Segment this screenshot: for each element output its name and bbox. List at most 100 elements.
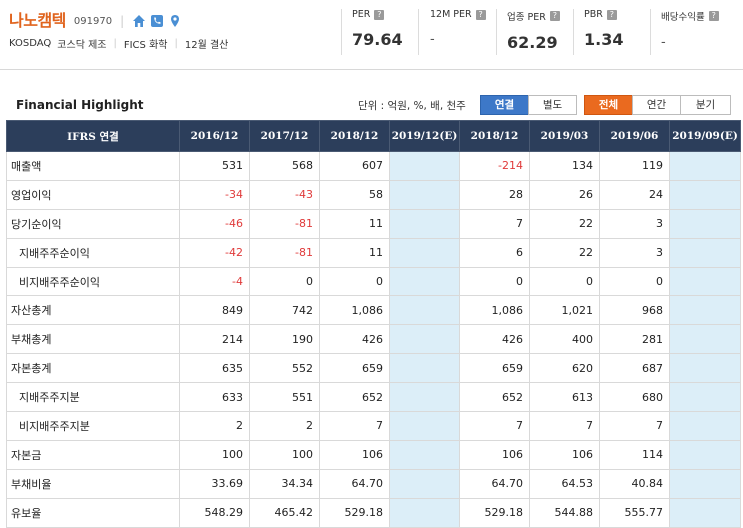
table-cell: 100 (179, 439, 250, 470)
location-pin-icon[interactable] (168, 14, 182, 28)
table-cell (669, 151, 741, 181)
home-icon[interactable] (132, 14, 146, 28)
table-cell: 214 (179, 324, 250, 355)
metric-pbr: PBR? 1.34 (584, 9, 623, 57)
table-cell (669, 208, 741, 239)
table-cell (389, 179, 460, 210)
table-cell: 106 (319, 439, 390, 470)
table-cell: 3 (599, 237, 670, 268)
table-cell: 24 (599, 179, 670, 210)
sector-label: 코스닥 제조 (57, 40, 107, 51)
table-cell (669, 382, 741, 413)
table-cell (389, 382, 460, 413)
table-cell: 0 (249, 266, 320, 297)
table-cell (669, 439, 741, 470)
company-title-row: 나노캠텍 091970 | (9, 7, 186, 31)
table-cell (389, 237, 460, 268)
table-cell: 28 (459, 179, 530, 210)
unit-label: 단위 : 억원, %, 배, 천주 (358, 100, 466, 112)
table-cell (389, 295, 460, 326)
table-cell (669, 353, 741, 384)
financial-highlight-table: IFRS 연결 2016/12 2017/12 2018/12 2019/12(E) 2… (6, 120, 741, 528)
table-cell: 620 (529, 353, 600, 384)
column-header: 2018/12 (319, 120, 390, 152)
row-label: 부채비율 (6, 468, 180, 499)
table-cell (669, 237, 741, 268)
metric-label: 배당수익률 (661, 12, 705, 23)
table-cell: 7 (319, 411, 390, 441)
table-cell: 7 (459, 208, 530, 239)
metric-label: 업종 PER (507, 12, 546, 23)
row-label: 부채총계 (6, 324, 180, 355)
table-cell: 529.18 (459, 497, 530, 528)
table-cell: 0 (319, 266, 390, 297)
table-cell (389, 324, 460, 355)
company-header: 나노캠텍 091970 | KOSDAQ 코스닥 제조 | FICS 화학 | … (0, 0, 743, 70)
table-cell: -214 (459, 151, 530, 181)
help-icon[interactable]: ? (549, 11, 560, 21)
separate-button[interactable]: 별도 (528, 95, 577, 115)
help-icon[interactable]: ? (374, 9, 385, 20)
table-cell: 529.18 (319, 497, 390, 528)
table-cell: 680 (599, 382, 670, 413)
table-cell: 568 (249, 151, 320, 181)
table-cell: 64.53 (529, 468, 600, 499)
header-label: IFRS 연결 (6, 120, 180, 152)
table-row: 부채비율 33.69 34.34 64.70 64.70 64.53 40.84 (6, 468, 741, 499)
table-cell: 281 (599, 324, 670, 355)
row-label: 비지배주주순이익 (6, 266, 180, 297)
column-header: 2019/06 (599, 120, 670, 152)
metric-value: 1.34 (584, 30, 624, 49)
table-cell: 652 (319, 382, 390, 413)
row-label: 자본총계 (6, 353, 180, 384)
company-code: 091970 (73, 15, 113, 27)
metric-value: - (661, 35, 666, 50)
table-cell: 426 (319, 324, 390, 355)
table-cell: 100 (249, 439, 320, 470)
help-icon[interactable]: ? (475, 9, 486, 20)
table-header-row: IFRS 연결 2016/12 2017/12 2018/12 2019/12(E) 2… (6, 120, 741, 152)
table-cell: 400 (529, 324, 600, 355)
annual-button[interactable]: 연간 (632, 95, 681, 115)
column-header: 2019/09(E) (669, 120, 741, 152)
table-cell: 11 (319, 237, 390, 268)
table-cell: 2 (249, 411, 320, 441)
table-row: 자산총계 849 742 1,086 1,086 1,021 968 (6, 295, 741, 326)
row-label: 지배주주순이익 (6, 237, 180, 268)
company-subline: KOSDAQ 코스닥 제조 | FICS 화학 | 12월 결산 (9, 38, 229, 51)
table-cell: 7 (529, 411, 600, 441)
section-title: Financial Highlight (16, 98, 144, 112)
table-cell: 34.34 (249, 468, 320, 499)
fiscal-label: 12월 결산 (184, 40, 229, 51)
table-cell (389, 353, 460, 384)
quarterly-button[interactable]: 분기 (680, 95, 731, 115)
table-cell: 687 (599, 353, 670, 384)
table-cell: -43 (249, 179, 320, 210)
help-icon[interactable]: ? (606, 9, 617, 20)
table-cell: 659 (459, 353, 530, 384)
table-row: 지배주주순이익 -42 -81 11 6 22 3 (6, 237, 741, 268)
consolidated-button[interactable]: 연결 (480, 95, 529, 115)
table-cell: -81 (249, 237, 320, 268)
table-cell (669, 266, 741, 297)
table-cell: 968 (599, 295, 670, 326)
table-cell: 106 (459, 439, 530, 470)
table-cell: 531 (179, 151, 250, 181)
column-header: 2016/12 (179, 120, 250, 152)
phone-icon[interactable] (150, 14, 164, 28)
table-cell: 652 (459, 382, 530, 413)
table-cell: 22 (529, 208, 600, 239)
table-cell: 33.69 (179, 468, 250, 499)
table-cell: 0 (599, 266, 670, 297)
table-cell (669, 468, 741, 499)
table-cell: 64.70 (459, 468, 530, 499)
table-cell (389, 497, 460, 528)
help-icon[interactable]: ? (708, 11, 719, 21)
row-label: 지배주주지분 (6, 382, 180, 413)
table-cell (389, 411, 460, 441)
table-cell: 3 (599, 208, 670, 239)
table-cell: 544.88 (529, 497, 600, 528)
table-row: 유보율 548.29 465.42 529.18 529.18 544.88 555.77 (6, 497, 741, 528)
all-period-button[interactable]: 전체 (584, 95, 633, 115)
table-cell: 552 (249, 353, 320, 384)
